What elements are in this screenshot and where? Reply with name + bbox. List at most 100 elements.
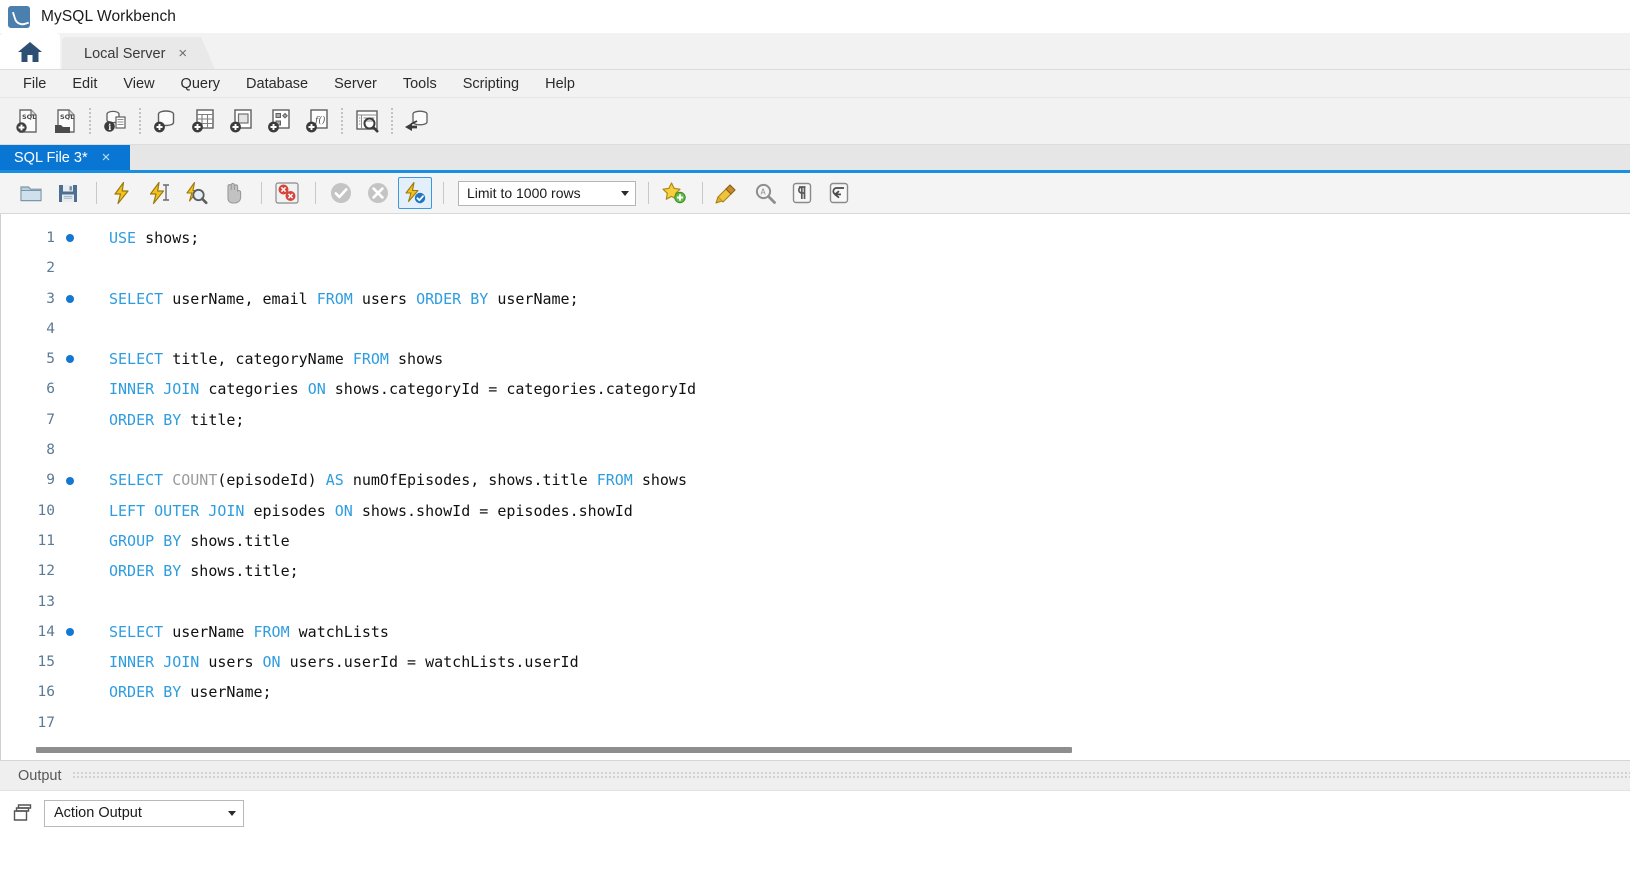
execute-statement-button[interactable]: [105, 177, 139, 209]
code-line[interactable]: 16 ORDER BY userName;: [1, 677, 1630, 707]
toolbar-separator: [648, 182, 649, 204]
line-number: 14: [37, 623, 55, 640]
code-line[interactable]: 2: [1, 253, 1630, 283]
code-line[interactable]: 1 USE shows;: [1, 223, 1630, 253]
toggle-word-wrap-icon: [829, 182, 849, 204]
statement-marker-icon[interactable]: [57, 355, 83, 363]
code-line[interactable]: 13: [1, 587, 1630, 617]
code-line[interactable]: 3 SELECT userName, email FROM users ORDER…: [1, 284, 1630, 314]
output-panel-body: Action Output: [0, 790, 1630, 835]
stop-execution-button[interactable]: [216, 177, 250, 209]
toolbar-separator: [96, 182, 97, 204]
code-line[interactable]: 9 SELECT COUNT(episodeId) AS numOfEpisode…: [1, 465, 1630, 495]
execute-current-statement-icon: [149, 181, 169, 205]
output-panel-header: Output: [0, 760, 1630, 790]
statement-marker-icon[interactable]: [57, 628, 83, 636]
code-text: ORDER BY userName;: [109, 683, 272, 702]
line-number: 7: [46, 411, 55, 428]
new-function-button[interactable]: f(): [298, 102, 336, 140]
rollback-button[interactable]: [361, 177, 395, 209]
line-number: 12: [37, 563, 55, 580]
chevron-down-icon: [621, 190, 629, 196]
sql-code-editor[interactable]: 1 USE shows; 2 3 SELECT userName, email FROM…: [0, 214, 1630, 760]
line-number: 3: [46, 290, 55, 307]
code-line[interactable]: 10 LEFT OUTER JOIN episodes ON shows.show…: [1, 496, 1630, 526]
line-number: 11: [37, 532, 55, 549]
window-title-bar: MySQL Workbench: [0, 0, 1630, 33]
menu-item-view[interactable]: View: [110, 73, 167, 95]
code-text: SELECT userName, email FROM users ORDER …: [109, 289, 579, 308]
commit-button[interactable]: [324, 177, 358, 209]
code-text: ORDER BY title;: [109, 410, 245, 429]
code-line[interactable]: 17: [1, 708, 1630, 738]
save-file-button[interactable]: [51, 177, 85, 209]
connection-tab-local-server[interactable]: Local Server ×: [62, 37, 215, 70]
code-line[interactable]: 12 ORDER BY shows.title;: [1, 556, 1630, 586]
explain-statement-button[interactable]: [179, 177, 213, 209]
code-text: LEFT OUTER JOIN episodes ON shows.showId…: [109, 501, 633, 520]
toggle-invisible-characters-icon: [792, 182, 812, 204]
new-table-button[interactable]: [184, 102, 222, 140]
connection-info-button[interactable]: i: [96, 102, 134, 140]
code-line[interactable]: 11 GROUP BY shows.title: [1, 526, 1630, 556]
output-type-value: Action Output: [54, 805, 142, 821]
menu-bar: File Edit View Query Database Server Too…: [0, 70, 1630, 98]
beautify-query-icon: [715, 184, 736, 204]
window-title: MySQL Workbench: [41, 7, 177, 25]
rollback-icon: [368, 183, 388, 203]
menu-item-scripting[interactable]: Scripting: [450, 73, 532, 95]
scrollbar-thumb[interactable]: [36, 747, 1072, 753]
toggle-stop-on-error-button[interactable]: [270, 177, 304, 209]
toolbar-separator: [315, 182, 316, 204]
menu-item-server[interactable]: Server: [321, 73, 390, 95]
code-line[interactable]: 8: [1, 435, 1630, 465]
menu-item-tools[interactable]: Tools: [390, 73, 450, 95]
toggle-autocommit-button[interactable]: [398, 177, 432, 209]
beautify-query-button[interactable]: [711, 177, 745, 209]
output-panel-grip[interactable]: [71, 771, 1630, 780]
new-schema-button[interactable]: [146, 102, 184, 140]
statement-marker-icon[interactable]: [57, 295, 83, 303]
row-limit-select[interactable]: Limit to 1000 rows: [458, 180, 636, 206]
code-line[interactable]: 5 SELECT title, categoryName FROM shows: [1, 344, 1630, 374]
code-line[interactable]: 15 INNER JOIN users ON users.userId = wat…: [1, 647, 1630, 677]
open-sql-script-button[interactable]: SQL: [46, 102, 84, 140]
stop-execution-icon: [227, 182, 242, 204]
code-line[interactable]: 14 SELECT userName FROM watchLists: [1, 617, 1630, 647]
sql-file-tab-strip: SQL File 3* ×: [0, 145, 1630, 173]
statement-marker-icon[interactable]: [57, 234, 83, 242]
execute-statement-icon: [114, 181, 129, 205]
line-number: 17: [37, 714, 55, 731]
menu-item-edit[interactable]: Edit: [59, 73, 110, 95]
output-panel-title: Output: [18, 767, 62, 784]
menu-item-help[interactable]: Help: [532, 73, 588, 95]
find-button[interactable]: A: [748, 177, 782, 209]
code-line[interactable]: 7 ORDER BY title;: [1, 405, 1630, 435]
mysql-dolphin-icon: [8, 5, 30, 28]
sql-file-tab[interactable]: SQL File 3* ×: [0, 145, 130, 170]
new-sql-tab-button[interactable]: SQL: [8, 102, 46, 140]
menu-item-file[interactable]: File: [10, 73, 59, 95]
statement-marker-icon[interactable]: [57, 477, 83, 485]
toggle-word-wrap-button[interactable]: [822, 177, 856, 209]
toggle-invisible-characters-button[interactable]: [785, 177, 819, 209]
search-data-button[interactable]: [348, 102, 386, 140]
open-file-button[interactable]: [14, 177, 48, 209]
code-line[interactable]: 4: [1, 314, 1630, 344]
save-snippet-button[interactable]: [657, 177, 691, 209]
new-view-button[interactable]: [222, 102, 260, 140]
execute-current-statement-button[interactable]: [142, 177, 176, 209]
menu-item-query[interactable]: Query: [168, 73, 234, 95]
output-type-select[interactable]: Action Output: [44, 799, 244, 827]
editor-horizontal-scrollbar[interactable]: [2, 742, 1630, 760]
close-icon[interactable]: ×: [178, 46, 187, 61]
svg-text:SQL: SQL: [60, 113, 74, 121]
connection-tab-label: Local Server: [84, 45, 166, 62]
menu-item-database[interactable]: Database: [233, 73, 321, 95]
code-line[interactable]: 6 INNER JOIN categories ON shows.category…: [1, 374, 1630, 404]
new-procedure-button[interactable]: [260, 102, 298, 140]
home-tab[interactable]: [0, 33, 60, 70]
line-number: 4: [46, 320, 55, 337]
reconnect-server-button[interactable]: [398, 102, 436, 140]
close-icon[interactable]: ×: [102, 150, 111, 165]
